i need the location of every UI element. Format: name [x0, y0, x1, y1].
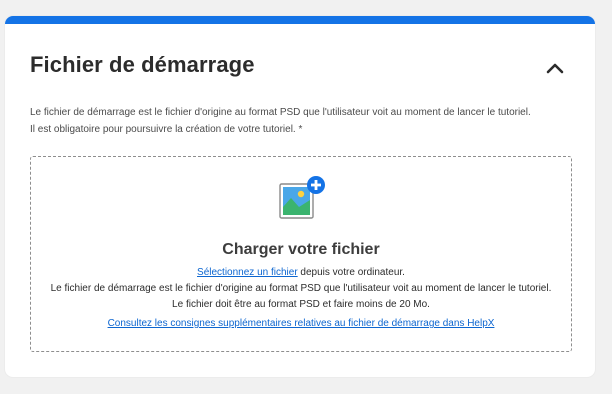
image-add-icon	[279, 176, 327, 224]
dropzone-instructions: Sélectionnez un fichier depuis votre ord…	[31, 265, 571, 313]
helpx-guidelines-link[interactable]: Consultez les consignes supplémentaires …	[108, 318, 495, 329]
dropzone-line-3: Le fichier doit être au format PSD et fa…	[172, 299, 430, 310]
accent-bar	[5, 16, 595, 24]
description-line-2: Il est obligatoire pour poursuivre la cr…	[30, 124, 303, 135]
file-dropzone[interactable]: Charger votre fichier Sélectionnez un fi…	[30, 156, 572, 352]
chevron-up-icon[interactable]	[545, 60, 565, 76]
description-line-1: Le fichier de démarrage est le fichier d…	[30, 107, 531, 118]
helpx-link-row: Consultez les consignes supplémentaires …	[31, 317, 571, 331]
dropzone-line-2: Le fichier de démarrage est le fichier d…	[50, 283, 552, 294]
dropzone-title: Charger votre fichier	[222, 241, 380, 258]
select-suffix-text: depuis votre ordinateur.	[297, 267, 405, 278]
dropzone-line-1: Sélectionnez un fichier depuis votre ord…	[31, 265, 571, 281]
starter-file-card: Fichier de démarrage Le fichier de démar…	[5, 16, 595, 377]
section-title: Fichier de démarrage	[30, 52, 255, 77]
select-file-link[interactable]: Sélectionnez un fichier	[197, 267, 298, 278]
section-description: Le fichier de démarrage est le fichier d…	[30, 104, 580, 138]
